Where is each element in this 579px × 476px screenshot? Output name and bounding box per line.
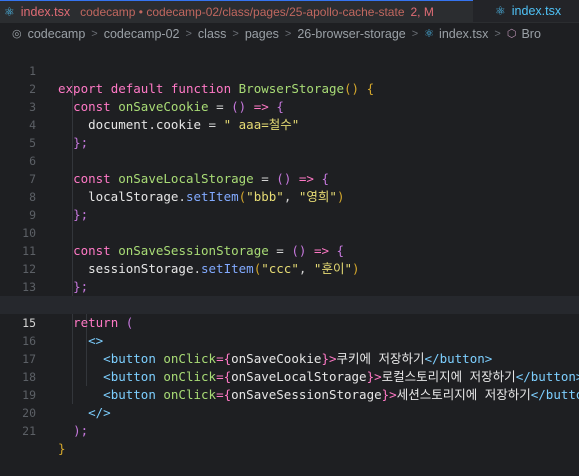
tab-bar: ⚛ index.tsx codecamp • codecamp-02/class… xyxy=(0,0,579,23)
code-line-20[interactable]: 20 ); xyxy=(0,386,579,438)
tab-file-path: codecamp • codecamp-02/class/pages/25-ap… xyxy=(80,5,405,19)
tab-file-name: index.tsx xyxy=(511,4,562,18)
code-line-10[interactable]: 10 const onSaveSessionStorage = () => { xyxy=(0,206,579,258)
line-number: 21 xyxy=(22,424,36,438)
react-icon: ⚛ xyxy=(4,5,15,19)
react-icon: ⚛ xyxy=(495,4,506,18)
code-line-18[interactable]: 18 <button onClick={onSaveSessionStorage… xyxy=(0,350,579,402)
chevron-right-icon: > xyxy=(494,27,501,40)
tab-index-tsx[interactable]: ⚛ index.tsx xyxy=(489,0,572,22)
tab-file-name: index.tsx xyxy=(20,5,71,19)
code-text: } xyxy=(58,440,66,458)
code-line-4[interactable]: 4 }; xyxy=(0,98,579,150)
code-line-12[interactable]: 12 }; xyxy=(0,242,579,294)
code-line-14[interactable]: 14 return ( xyxy=(0,278,579,330)
code-line-1[interactable]: 1 export default function BrowserStorage… xyxy=(0,44,579,96)
code-line-21[interactable]: 21 } xyxy=(0,404,579,456)
code-editor[interactable]: 1 export default function BrowserStorage… xyxy=(0,44,579,456)
tab-index-tsx-active[interactable]: ⚛ index.tsx codecamp • codecamp-02/class… xyxy=(0,0,473,23)
chevron-right-icon: > xyxy=(91,27,98,40)
breadcrumb-item-folder[interactable]: 26-browser-storage xyxy=(297,27,405,41)
code-line-16[interactable]: 16 <button onClick={onSaveCookie}>쿠키에 저장… xyxy=(0,314,579,366)
breadcrumb-item-codecamp[interactable]: codecamp xyxy=(28,27,86,41)
breadcrumb-item-pages[interactable]: pages xyxy=(245,27,279,41)
breadcrumb-item-codecamp-02[interactable]: codecamp-02 xyxy=(104,27,180,41)
breadcrumb-item-file[interactable]: index.tsx xyxy=(439,27,488,41)
code-line-6[interactable]: 6 const onSaveLocalStorage = () => { xyxy=(0,134,579,186)
breadcrumb-item-class[interactable]: class xyxy=(198,27,226,41)
code-text: ); xyxy=(58,422,88,440)
code-token: } xyxy=(58,441,66,456)
code-line-2[interactable]: 2 const onSaveCookie = () => { xyxy=(0,62,579,114)
chevron-right-icon: > xyxy=(411,27,419,40)
symbol-function-icon: ⬡ xyxy=(506,28,517,40)
code-line-13[interactable]: 13 xyxy=(0,260,579,294)
code-line-19[interactable]: 19 </> xyxy=(0,368,579,420)
code-line-7[interactable]: 7 localStorage.setItem("bbb", "영희") xyxy=(0,152,579,204)
code-token: ); xyxy=(73,423,89,438)
code-line-17[interactable]: 17 <button onClick={onSaveLocalStorage}>… xyxy=(0,332,579,384)
code-line-5[interactable]: 5 xyxy=(0,116,579,150)
breadcrumb: ◎ codecamp > codecamp-02 > class > pages… xyxy=(0,23,579,44)
code-line-15-current[interactable]: 15 <> xyxy=(0,296,579,348)
code-line-3[interactable]: 3 document.cookie = " aaa=철수" xyxy=(0,80,579,132)
code-line-8[interactable]: 8 }; xyxy=(0,170,579,222)
breadcrumb-item-symbol[interactable]: Bro xyxy=(521,27,540,41)
code-line-11[interactable]: 11 sessionStorage.setItem("ccc", "훈이") xyxy=(0,224,579,276)
code-line-9[interactable]: 9 xyxy=(0,188,579,222)
chevron-right-icon: > xyxy=(232,27,239,40)
react-icon: ⚛ xyxy=(424,28,435,40)
chevron-right-icon: > xyxy=(284,27,292,40)
chevron-right-icon: > xyxy=(185,27,192,40)
tab-git-status: 2, M xyxy=(410,5,434,19)
repo-icon: ◎ xyxy=(12,28,22,40)
